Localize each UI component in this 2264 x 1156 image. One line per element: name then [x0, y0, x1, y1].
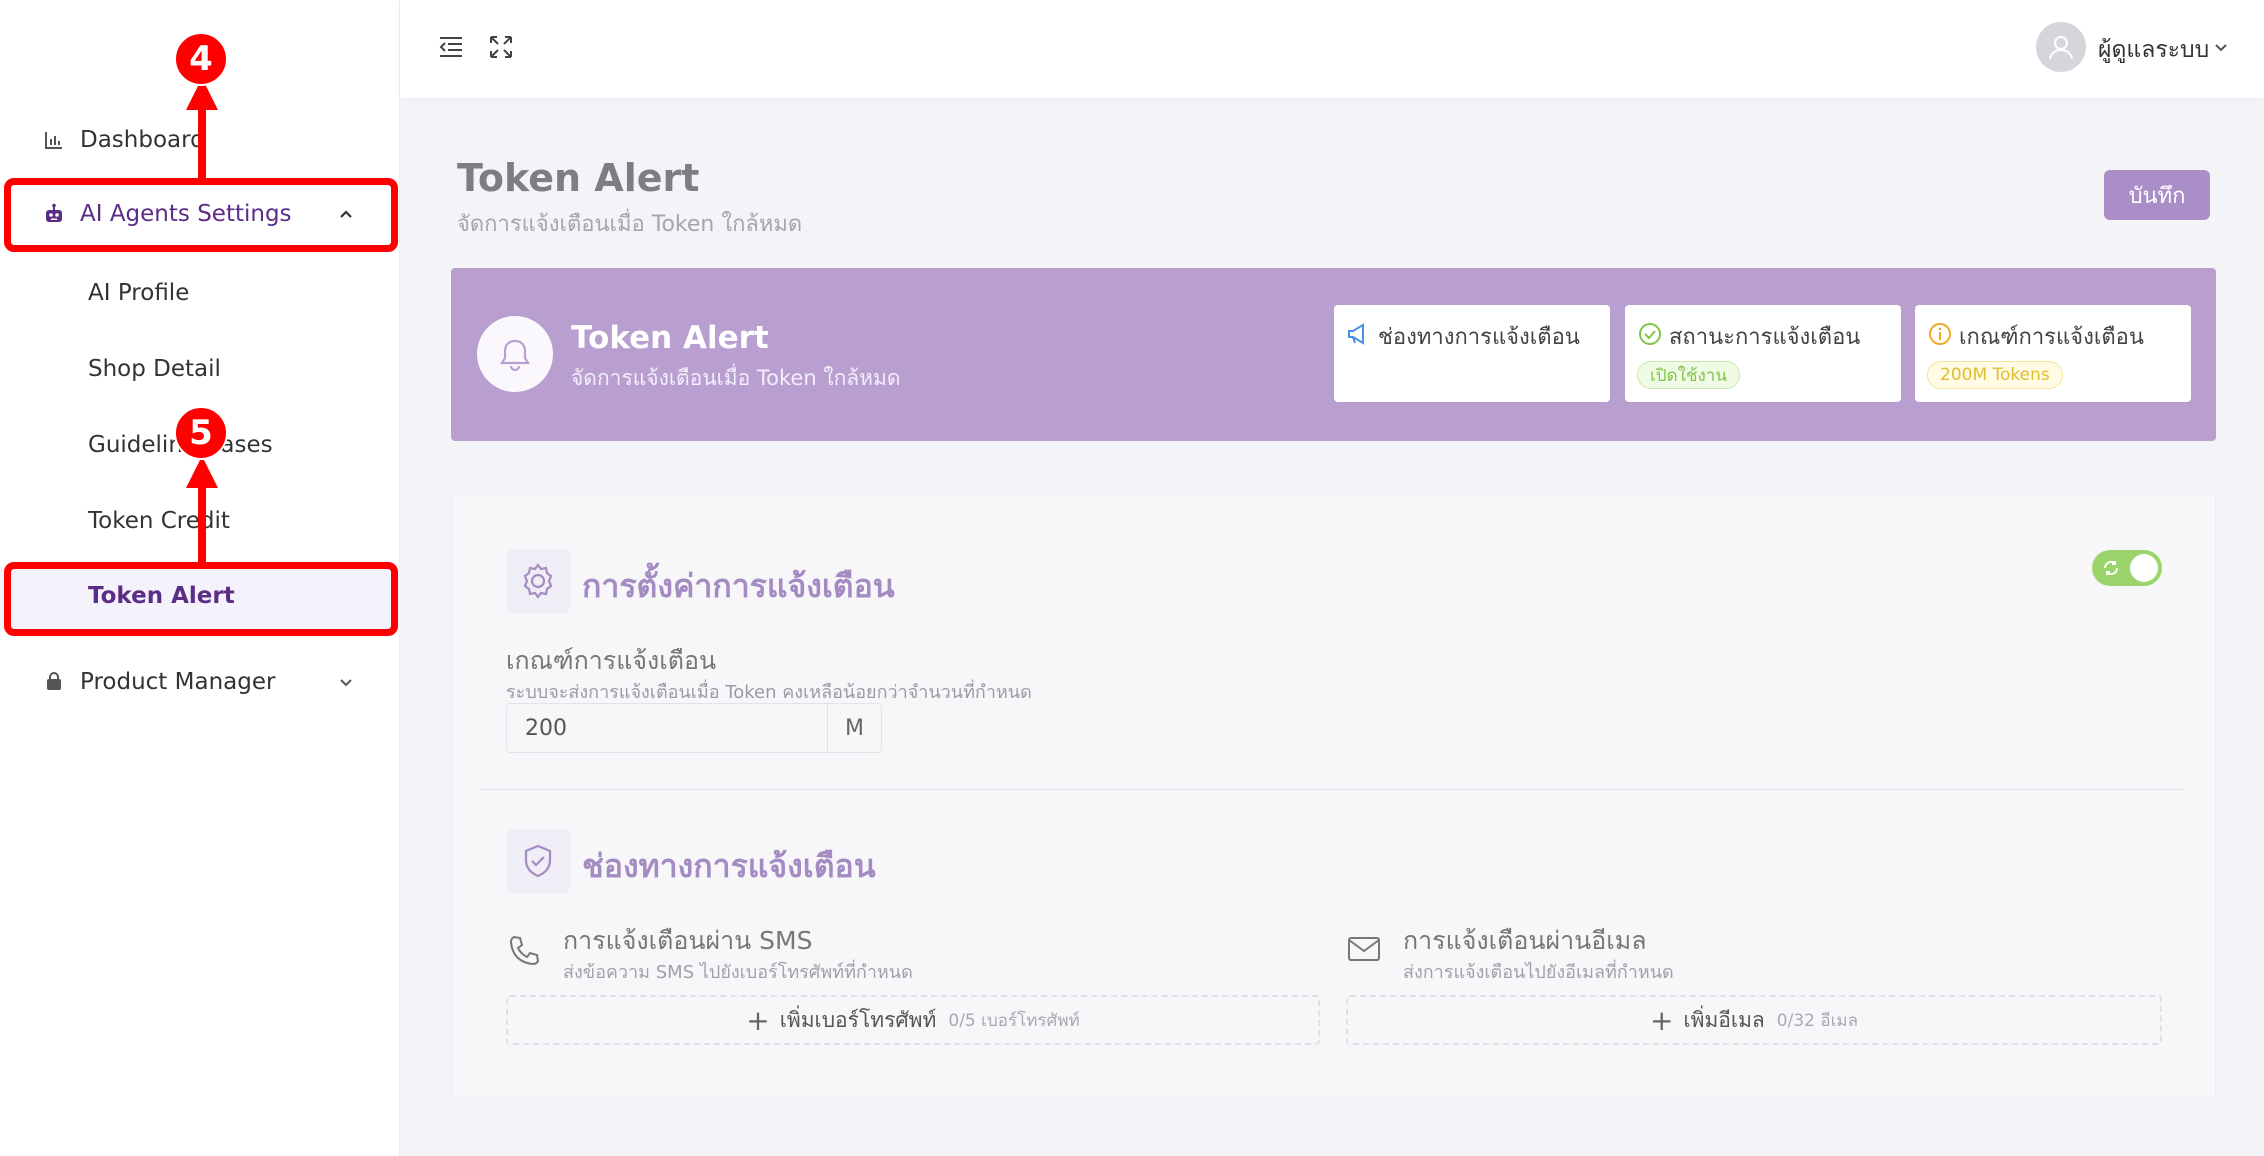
plus-icon: + — [1649, 1003, 1674, 1037]
sidebar-subitem-label: AI Profile — [88, 280, 190, 306]
sync-icon — [2102, 559, 2120, 577]
annotation-arrow-up — [186, 456, 218, 568]
banner-title: Token Alert — [571, 320, 769, 356]
sidebar-subitem-label: Shop Detail — [88, 356, 221, 382]
stat-label: เกณฑ์การแจ้งเตือน — [1959, 325, 2144, 350]
email-channel-title: การแจ้งเตือนผ่านอีเมล — [1403, 926, 1647, 955]
email-channel-subtitle: ส่งการแจ้งเตือนไปยังอีเมลที่กำหนด — [1403, 962, 1674, 983]
highlight-box-token-alert — [4, 562, 398, 636]
sidebar-item-product-manager[interactable]: Product Manager — [0, 666, 400, 698]
threshold-label: เกณฑ์การแจ้งเตือน — [506, 646, 717, 675]
top-bar: ผู้ดูแลระบบ — [400, 0, 2264, 98]
phone-count: 0/5 เบอร์โทรศัพท์ — [948, 1010, 1080, 1031]
mail-icon — [1346, 931, 1382, 967]
status-badge: เปิดใช้งาน — [1637, 361, 1740, 389]
shield-check-icon — [506, 829, 570, 893]
threshold-help-text: ระบบจะส่งการแจ้งเตือนเมื่อ Token คงเหลือ… — [506, 682, 1032, 703]
fullscreen-icon[interactable] — [486, 32, 516, 62]
page-title: Token Alert — [457, 156, 700, 200]
threshold-input-group: M — [506, 703, 882, 753]
settings-section-title: การตั้งค่าการแจ้งเตือน — [582, 567, 895, 605]
add-phone-label: เพิ่มเบอร์โทรศัพท์ — [779, 1007, 937, 1032]
phone-icon — [506, 933, 542, 969]
sidebar-item-label: Product Manager — [80, 669, 276, 695]
gear-icon — [506, 549, 570, 613]
stat-label: ช่องทางการแจ้งเตือน — [1378, 325, 1580, 350]
chevron-down-icon — [336, 672, 356, 692]
stat-card-channels: ช่องทางการแจ้งเตือน — [1334, 305, 1610, 402]
stat-card-status: สถานะการแจ้งเตือน เปิดใช้งาน — [1625, 305, 1901, 402]
add-email-label: เพิ่มอีเมล — [1683, 1007, 1765, 1032]
sidebar-subitem-ai-profile[interactable]: AI Profile — [0, 280, 400, 312]
step-badge-5: 5 — [174, 406, 228, 460]
chevron-down-icon[interactable] — [2212, 38, 2230, 56]
threshold-badge: 200M Tokens — [1927, 361, 2063, 389]
email-count: 0/32 อีเมล — [1776, 1010, 1859, 1031]
add-phone-button[interactable]: + เพิ่มเบอร์โทรศัพท์ 0/5 เบอร์โทรศัพท์ — [506, 995, 1320, 1045]
threshold-unit: M — [827, 704, 881, 752]
settings-card: การตั้งค่าการแจ้งเตือน เกณฑ์การแจ้งเตือน… — [451, 494, 2216, 1098]
check-circle-icon — [1637, 321, 1663, 347]
sms-channel-title: การแจ้งเตือนผ่าน SMS — [563, 926, 813, 955]
bar-chart-icon — [42, 128, 66, 152]
bell-icon — [477, 316, 553, 392]
banner-subtitle: จัดการแจ้งเตือนเมื่อ Token ใกล้หมด — [571, 366, 901, 390]
token-alert-banner: Token Alert จัดการแจ้งเตือนเมื่อ Token ใ… — [451, 268, 2216, 441]
add-email-button[interactable]: + เพิ่มอีเมล 0/32 อีเมล — [1346, 995, 2162, 1045]
sms-channel-subtitle: ส่งข้อความ SMS ไปยังเบอร์โทรศัพท์ที่กำหน… — [563, 962, 913, 983]
annotation-arrow-up — [186, 78, 218, 182]
sidebar-subitem-shop-detail[interactable]: Shop Detail — [0, 356, 400, 388]
channels-section-title: ช่องทางการแจ้งเตือน — [582, 847, 876, 885]
step-badge-4: 4 — [174, 32, 228, 86]
plus-icon: + — [746, 1003, 770, 1037]
highlight-box-ai-agents-settings — [4, 178, 398, 252]
stat-label: สถานะการแจ้งเตือน — [1669, 325, 1861, 350]
section-divider — [480, 789, 2185, 790]
megaphone-icon — [1346, 321, 1372, 347]
alert-enabled-toggle[interactable] — [2092, 550, 2162, 586]
user-name[interactable]: ผู้ดูแลระบบ — [2098, 32, 2209, 68]
save-button[interactable]: บันทึก — [2104, 170, 2210, 220]
avatar[interactable] — [2036, 22, 2086, 72]
stat-card-threshold: เกณฑ์การแจ้งเตือน 200M Tokens — [1915, 305, 2191, 402]
page-subtitle: จัดการแจ้งเตือนเมื่อ Token ใกล้หมด — [457, 212, 803, 237]
menu-fold-icon[interactable] — [436, 32, 466, 62]
shopping-bag-icon — [42, 670, 66, 694]
threshold-input[interactable] — [507, 704, 827, 752]
toggle-knob — [2130, 554, 2158, 582]
info-circle-icon — [1927, 321, 1953, 347]
